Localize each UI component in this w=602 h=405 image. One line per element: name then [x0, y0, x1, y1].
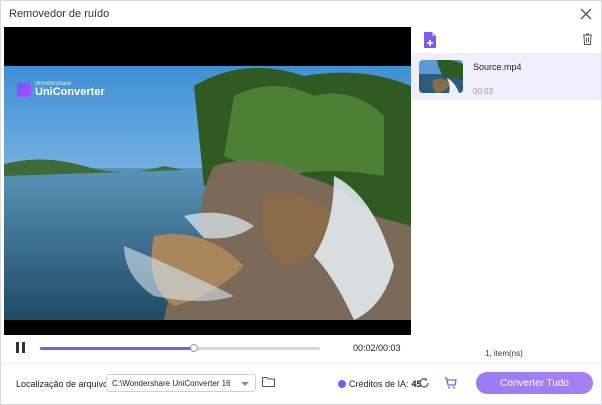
item-count: 1, item(ns)	[485, 349, 523, 358]
file-location-value: C:\Wondershare UniConverter 16\N	[112, 379, 230, 388]
ai-credits-label: Créditos de IA:	[349, 379, 409, 389]
convert-all-button[interactable]: Converter Tudo	[476, 372, 593, 394]
file-list-panel: Source.mp4 00:03 1, item(ns)	[411, 27, 601, 361]
video-frame: Wondershare UniConverter	[4, 66, 411, 320]
pause-button[interactable]	[15, 342, 27, 354]
video-image	[4, 66, 411, 320]
cart-icon[interactable]	[444, 377, 457, 389]
seek-thumb[interactable]	[190, 344, 198, 352]
trash-icon[interactable]	[582, 33, 593, 45]
watermark: Wondershare UniConverter	[17, 81, 105, 98]
pause-icon-bar-right	[22, 342, 25, 353]
ai-credits: Créditos de IA: 45	[338, 379, 422, 389]
watermark-brand: Wondershare	[35, 81, 71, 87]
watermark-product: UniConverter	[35, 86, 105, 98]
refresh-icon[interactable]	[418, 377, 430, 389]
playback-time: 00:02/00:03	[353, 343, 401, 353]
chevron-down-icon	[241, 382, 249, 386]
file-duration: 00:03	[473, 87, 494, 96]
add-file-icon[interactable]	[422, 31, 438, 49]
window-title: Removedor de ruído	[9, 8, 110, 20]
seek-bar-progress	[40, 347, 194, 350]
file-location-label: Localização de arquivo:	[16, 379, 111, 389]
noise-remover-window: Removedor de ruído Wondershare UniConver…	[0, 0, 602, 405]
footer-bar: Localização de arquivo: C:\Wondershare U…	[1, 363, 601, 404]
player-controls: 00:02/00:03	[4, 335, 411, 361]
video-preview[interactable]: Wondershare UniConverter	[4, 27, 411, 335]
seek-bar[interactable]	[40, 344, 320, 352]
uniconverter-logo-icon	[17, 82, 31, 97]
file-location-select[interactable]: C:\Wondershare UniConverter 16\N	[106, 374, 256, 392]
file-thumbnail	[419, 60, 463, 93]
ai-credit-icon	[338, 380, 346, 388]
close-icon[interactable]	[577, 5, 595, 23]
title-bar: Removedor de ruído	[1, 1, 601, 27]
file-list-item[interactable]: Source.mp4 00:03	[411, 53, 601, 100]
folder-icon[interactable]	[262, 376, 275, 387]
file-name: Source.mp4	[473, 62, 522, 72]
pause-icon-bar-left	[16, 342, 19, 353]
